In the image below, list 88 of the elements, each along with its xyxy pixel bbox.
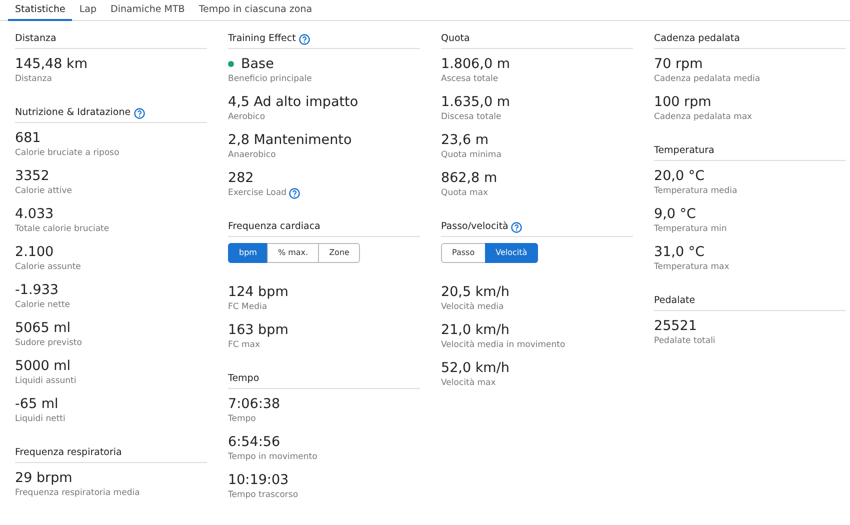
stat-label: Liquidi assunti <box>15 375 76 387</box>
help-icon[interactable] <box>298 34 310 44</box>
section-title: Training Effect <box>228 33 296 45</box>
stat-label: Cadenza pedalata max <box>654 111 752 123</box>
stat-label: Totale calorie bruciate <box>15 223 110 235</box>
stat-value: 23,6 m <box>441 131 489 149</box>
stat-value: 5065 ml <box>15 319 71 337</box>
section-title: Quota <box>441 33 470 45</box>
stat-value: 10:19:03 <box>228 471 289 489</box>
stat-label: Anaerobico <box>228 149 276 161</box>
stat-value: 145,48 km <box>15 55 88 73</box>
tab[interactable]: Lap <box>72 0 104 21</box>
stat-label: Tempo <box>228 413 256 425</box>
stat-value: 21,0 km/h <box>441 321 510 339</box>
stat-label: Velocità media in movimento <box>441 339 566 351</box>
stat-value: 163 bpm <box>228 321 288 339</box>
stat-label: Exercise Load <box>228 187 286 199</box>
stat-value: 4.033 <box>15 205 54 223</box>
stat-value: 3352 <box>15 167 50 185</box>
stat-value: 6:54:56 <box>228 433 280 451</box>
section-title: Cadenza pedalata <box>654 33 740 45</box>
section-title: Tempo <box>228 373 260 385</box>
stat-label: Ascesa totale <box>441 73 498 85</box>
tab[interactable]: Dinamiche MTB <box>104 0 192 21</box>
tab[interactable]: Tempo in ciascuna zona <box>192 0 320 21</box>
stat-value: 52,0 km/h <box>441 359 510 377</box>
stat-value: 20,5 km/h <box>441 283 510 301</box>
toggle-button[interactable]: bpm <box>228 243 268 263</box>
stat-label: Tempo in movimento <box>228 451 318 463</box>
toggle-button[interactable]: Zone <box>318 243 360 263</box>
stat-value: 29 brpm <box>15 469 72 487</box>
stat-label: Temperatura min <box>654 223 727 235</box>
section-title: Frequenza cardiaca <box>228 221 320 233</box>
toggle-button[interactable]: % max. <box>266 243 320 263</box>
stat-label: Quota max <box>441 187 488 199</box>
section-title: Distanza <box>15 33 56 45</box>
stat-label: FC Media <box>228 301 268 313</box>
stat-label: Quota minima <box>441 149 502 161</box>
section-title: Passo/velocità <box>441 221 508 233</box>
stat-label: Sudore previsto <box>15 337 82 349</box>
stat-value: 124 bpm <box>228 283 288 301</box>
stat-label: Calorie nette <box>15 299 70 311</box>
stat-label: Temperatura media <box>654 185 738 197</box>
stat-value: 9,0 °C <box>654 205 696 223</box>
stat-value: 5000 ml <box>15 357 71 375</box>
stat-value: 2,8 Mantenimento <box>228 131 352 149</box>
stat-label: Velocità max <box>441 377 496 389</box>
section-title: Temperatura <box>654 145 714 157</box>
stat-value: 7:06:38 <box>228 395 280 413</box>
section-title: Frequenza respiratoria <box>15 447 122 459</box>
section-title: Pedalate <box>654 295 696 307</box>
help-icon[interactable] <box>511 222 522 232</box>
stat-value: 282 <box>228 169 254 187</box>
section-title: Nutrizione & Idratazione <box>15 107 131 119</box>
stat-label: Calorie bruciate a riposo <box>15 147 120 159</box>
stat-value: 100 rpm <box>654 93 712 111</box>
help-icon[interactable] <box>134 108 145 118</box>
stat-value: 862,8 m <box>441 169 498 187</box>
stat-value: Base <box>241 55 274 73</box>
stat-label: Calorie attive <box>15 185 72 197</box>
tab[interactable]: Statistiche <box>8 0 72 21</box>
stat-label: Cadenza pedalata media <box>654 73 760 85</box>
stat-value: 31,0 °C <box>654 243 705 261</box>
stat-label: Distanza <box>15 73 52 85</box>
stat-label: Velocità media <box>441 301 504 313</box>
stat-value: 20,0 °C <box>654 167 705 185</box>
toggle-button[interactable]: Passo <box>441 243 486 263</box>
stat-value: -1.933 <box>15 281 59 299</box>
stat-value: 1.806,0 m <box>441 55 510 73</box>
stat-value: 70 rpm <box>654 55 703 73</box>
stat-label: Pedalate totali <box>654 335 716 347</box>
stat-label: Aerobico <box>228 111 266 123</box>
stat-label: Calorie assunte <box>15 261 81 273</box>
stat-value: 681 <box>15 129 41 147</box>
stat-value: 2.100 <box>15 243 54 261</box>
stat-label: Liquidi netti <box>15 413 66 425</box>
stat-label: Tempo trascorso <box>228 489 298 501</box>
stat-label: Discesa totale <box>441 111 502 123</box>
toggle-button[interactable]: Velocità <box>484 243 538 263</box>
help-icon[interactable] <box>289 188 300 198</box>
stat-label: Beneficio principale <box>228 73 312 85</box>
stat-label: Frequenza respiratoria media <box>15 487 140 499</box>
stat-label: Temperatura max <box>654 261 730 273</box>
stat-value: -65 ml <box>15 395 58 413</box>
stat-value: 1.635,0 m <box>441 93 510 111</box>
stat-value: 25521 <box>654 317 697 335</box>
stat-value: 4,5 Ad alto impatto <box>228 93 358 111</box>
stat-label: FC max <box>228 339 260 351</box>
